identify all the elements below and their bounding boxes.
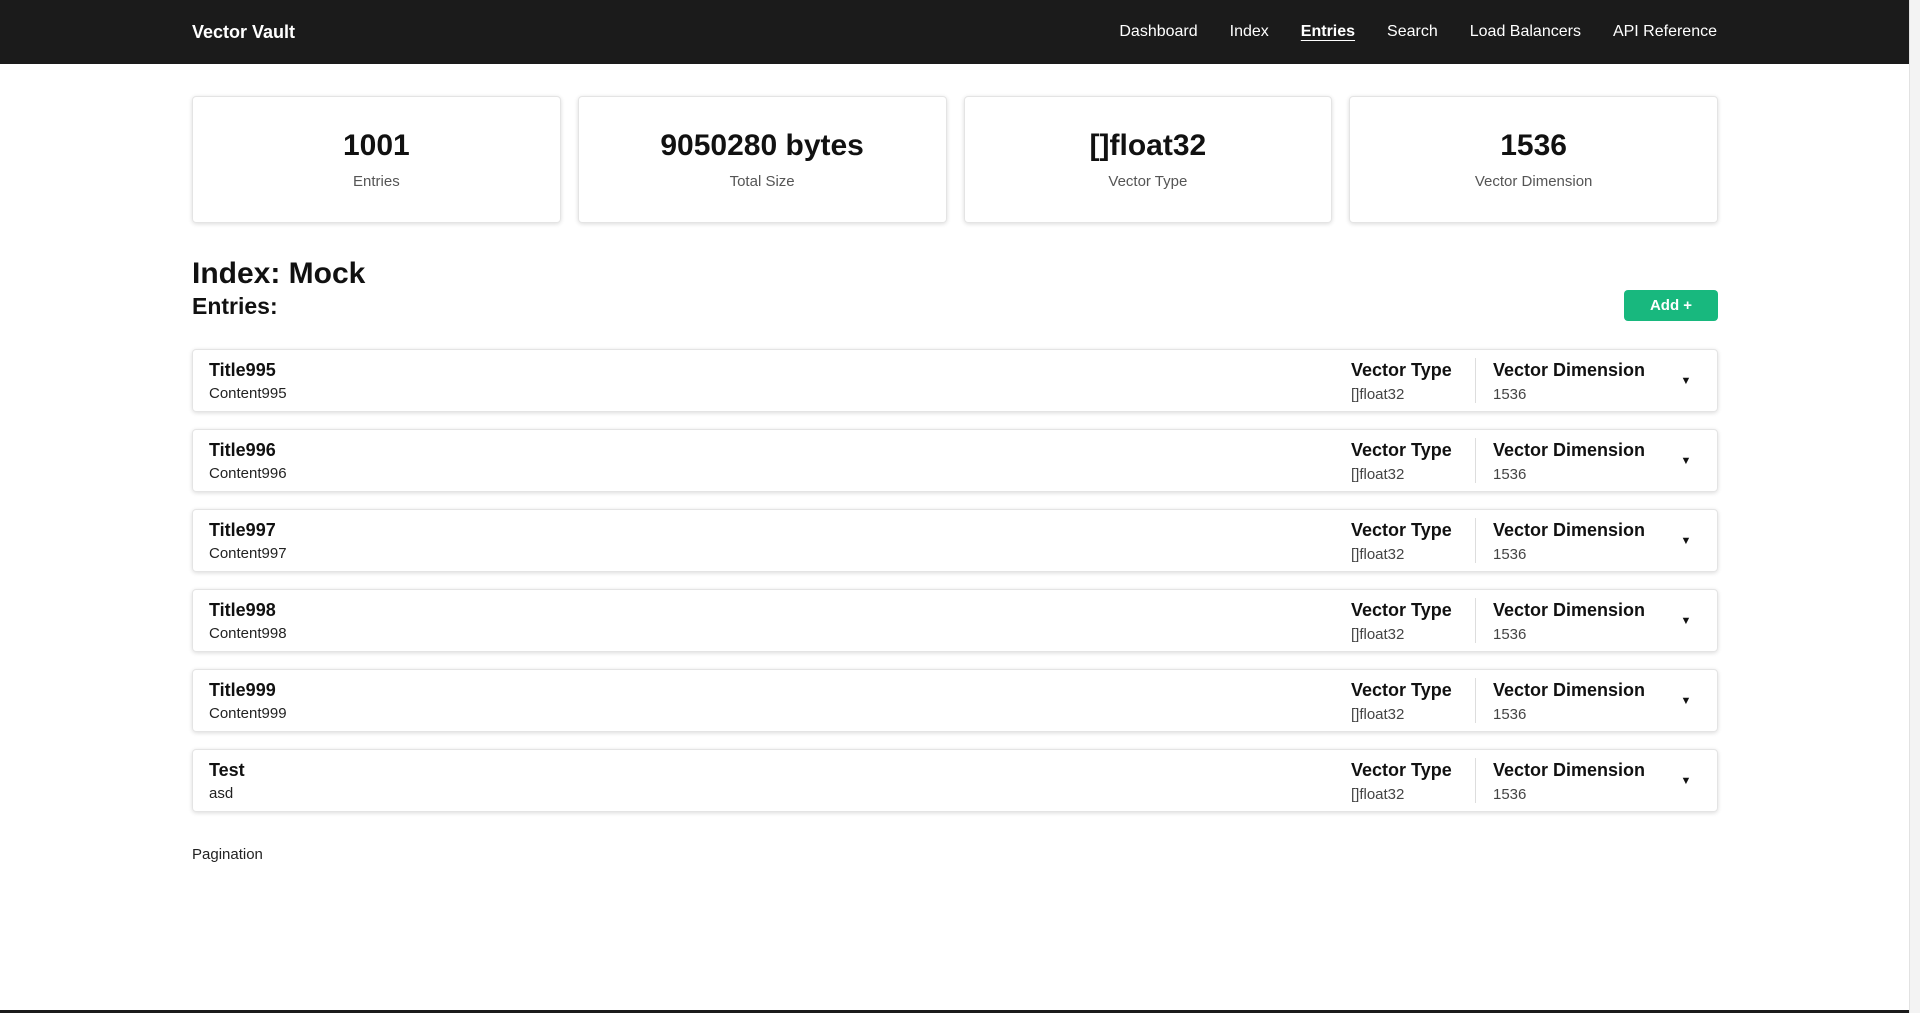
nav-dashboard[interactable]: Dashboard: [1119, 23, 1197, 41]
entry-main: Title995 Content995: [193, 350, 1351, 411]
entry-row[interactable]: Test asd Vector Type []float32 Vector Di…: [192, 749, 1718, 812]
stat-value: []float32: [1089, 129, 1207, 162]
vector-dimension-value: 1536: [1493, 786, 1527, 803]
stat-value: 1536: [1500, 129, 1567, 162]
main-content: 1001 Entries 9050280 bytes Total Size []…: [192, 96, 1718, 863]
chevron-down-icon[interactable]: ▼: [1671, 350, 1717, 411]
entry-type-col: Vector Type []float32: [1351, 590, 1475, 651]
entries-heading: Entries:: [192, 293, 278, 319]
stat-value: 9050280 bytes: [660, 129, 864, 162]
nav-entries[interactable]: Entries: [1301, 23, 1355, 41]
entry-type-col: Vector Type []float32: [1351, 750, 1475, 811]
nav-search[interactable]: Search: [1387, 23, 1438, 41]
entry-main: Title998 Content998: [193, 590, 1351, 651]
vector-dimension-value: 1536: [1493, 466, 1527, 483]
entry-type-col: Vector Type []float32: [1351, 430, 1475, 491]
entry-title: Test: [209, 760, 245, 780]
vector-type-value: []float32: [1351, 466, 1405, 483]
chevron-down-icon[interactable]: ▼: [1671, 590, 1717, 651]
vector-type-label: Vector Type: [1351, 440, 1452, 460]
entry-content: Content995: [209, 385, 287, 402]
add-entry-button[interactable]: Add +: [1624, 290, 1718, 321]
nav-links: Dashboard Index Entries Search Load Bala…: [1119, 23, 1717, 41]
entry-list: Title995 Content995 Vector Type []float3…: [192, 349, 1718, 812]
vector-dimension-label: Vector Dimension: [1493, 680, 1646, 700]
entry-dimension-col: Vector Dimension 1536: [1476, 590, 1671, 651]
vector-dimension-label: Vector Dimension: [1493, 600, 1646, 620]
pagination[interactable]: Pagination: [192, 846, 1718, 863]
entry-content: Content997: [209, 545, 287, 562]
chevron-down-icon[interactable]: ▼: [1671, 510, 1717, 571]
brand-logo[interactable]: Vector Vault: [192, 22, 295, 43]
nav-load-balancers[interactable]: Load Balancers: [1470, 23, 1581, 41]
entry-row[interactable]: Title999 Content999 Vector Type []float3…: [192, 669, 1718, 732]
vector-type-value: []float32: [1351, 626, 1405, 643]
vector-type-label: Vector Type: [1351, 520, 1452, 540]
vector-type-label: Vector Type: [1351, 680, 1452, 700]
vector-type-value: []float32: [1351, 546, 1405, 563]
index-header: Index: Mock Entries: Add +: [192, 257, 1718, 325]
vector-type-value: []float32: [1351, 706, 1405, 723]
top-navbar: Vector Vault Dashboard Index Entries Sea…: [0, 0, 1909, 64]
vector-type-value: []float32: [1351, 386, 1405, 403]
vector-dimension-value: 1536: [1493, 386, 1527, 403]
stat-card-vector-type: []float32 Vector Type: [963, 96, 1333, 223]
entry-dimension-col: Vector Dimension 1536: [1476, 670, 1671, 731]
entry-content: asd: [209, 785, 234, 802]
entry-title: Title997: [209, 520, 276, 540]
vector-dimension-label: Vector Dimension: [1493, 440, 1646, 460]
entry-type-col: Vector Type []float32: [1351, 670, 1475, 731]
entry-main: Test asd: [193, 750, 1351, 811]
page-title: Index: Mock: [192, 257, 366, 290]
entry-main: Title996 Content996: [193, 430, 1351, 491]
vector-type-value: []float32: [1351, 786, 1405, 803]
vector-type-label: Vector Type: [1351, 600, 1452, 620]
entry-title: Title999: [209, 680, 276, 700]
vector-type-label: Vector Type: [1351, 360, 1452, 380]
stat-label: Total Size: [729, 173, 795, 190]
stat-card-total-size: 9050280 bytes Total Size: [577, 96, 947, 223]
entry-row[interactable]: Title996 Content996 Vector Type []float3…: [192, 429, 1718, 492]
entry-main: Title997 Content997: [193, 510, 1351, 571]
stat-label: Vector Type: [1108, 173, 1188, 190]
stat-card-entries: 1001 Entries: [192, 96, 561, 223]
stats-row: 1001 Entries 9050280 bytes Total Size []…: [192, 96, 1718, 223]
entry-row[interactable]: Title998 Content998 Vector Type []float3…: [192, 589, 1718, 652]
chevron-down-icon[interactable]: ▼: [1671, 750, 1717, 811]
vector-dimension-label: Vector Dimension: [1493, 520, 1646, 540]
stat-label: Entries: [353, 173, 400, 190]
entry-dimension-col: Vector Dimension 1536: [1476, 430, 1671, 491]
entry-content: Content996: [209, 465, 287, 482]
entry-dimension-col: Vector Dimension 1536: [1476, 750, 1671, 811]
nav-index[interactable]: Index: [1230, 23, 1269, 41]
stat-label: Vector Dimension: [1474, 173, 1593, 190]
vector-type-label: Vector Type: [1351, 760, 1452, 780]
vector-dimension-value: 1536: [1493, 626, 1527, 643]
vector-dimension-value: 1536: [1493, 706, 1527, 723]
entry-row[interactable]: Title995 Content995 Vector Type []float3…: [192, 349, 1718, 412]
entry-row[interactable]: Title997 Content997 Vector Type []float3…: [192, 509, 1718, 572]
chevron-down-icon[interactable]: ▼: [1671, 670, 1717, 731]
entry-main: Title999 Content999: [193, 670, 1351, 731]
nav-api-reference[interactable]: API Reference: [1613, 23, 1717, 41]
stat-value: 1001: [343, 129, 410, 162]
vector-dimension-label: Vector Dimension: [1493, 760, 1646, 780]
entry-type-col: Vector Type []float32: [1351, 350, 1475, 411]
chevron-down-icon[interactable]: ▼: [1671, 430, 1717, 491]
vector-dimension-value: 1536: [1493, 546, 1527, 563]
entry-title: Title996: [209, 440, 276, 460]
entry-type-col: Vector Type []float32: [1351, 510, 1475, 571]
entry-content: Content999: [209, 705, 287, 722]
stat-card-vector-dimension: 1536 Vector Dimension: [1349, 96, 1718, 223]
vector-dimension-label: Vector Dimension: [1493, 360, 1646, 380]
vertical-scrollbar[interactable]: [1909, 0, 1920, 1013]
entry-title: Title995: [209, 360, 276, 380]
entry-title: Title998: [209, 600, 276, 620]
entry-dimension-col: Vector Dimension 1536: [1476, 510, 1671, 571]
entry-dimension-col: Vector Dimension 1536: [1476, 350, 1671, 411]
entry-content: Content998: [209, 625, 287, 642]
